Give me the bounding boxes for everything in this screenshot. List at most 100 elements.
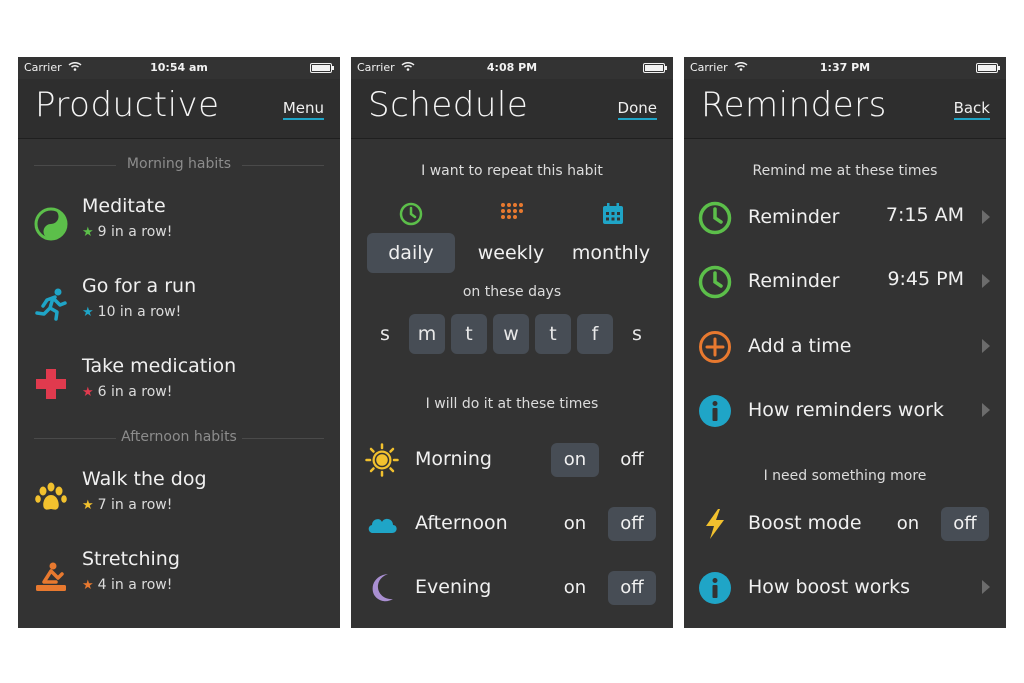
star-icon: ★ bbox=[82, 305, 94, 320]
times-label: I will do it at these times bbox=[425, 396, 599, 412]
schedule-screen: Carrier 4:08 PM Schedule Done I want to … bbox=[351, 57, 673, 628]
paw-icon bbox=[35, 482, 67, 510]
frequency-monthly[interactable]: monthly bbox=[567, 233, 655, 273]
frequency-weekly[interactable]: weekly bbox=[467, 233, 555, 273]
habit-row-stretching[interactable]: Stretching ★ 4 in a row! bbox=[18, 548, 340, 610]
status-bar: Carrier 1:37 PM bbox=[684, 57, 1006, 79]
day-tuesday[interactable]: t bbox=[451, 314, 487, 354]
boost-off-toggle[interactable]: off bbox=[941, 507, 989, 541]
boost-mode-row: Boost mode on off bbox=[684, 500, 1006, 548]
section-header-morning: Morning habits bbox=[34, 156, 324, 174]
moon-icon bbox=[372, 574, 393, 602]
battery-icon bbox=[643, 63, 667, 73]
page-title: Schedule bbox=[368, 85, 529, 125]
calendar-icon bbox=[603, 203, 623, 224]
repeat-label: I want to repeat this habit bbox=[421, 163, 603, 179]
habit-row-medication[interactable]: Take medication ★ 6 in a row! bbox=[18, 355, 340, 417]
habit-row-walk-dog[interactable]: Walk the dog ★ 7 in a row! bbox=[18, 468, 340, 530]
status-bar: Carrier 10:54 am bbox=[18, 57, 340, 79]
day-monday[interactable]: m bbox=[409, 314, 445, 354]
time-label: Morning bbox=[415, 448, 492, 470]
how-boost-row[interactable]: How boost works bbox=[684, 564, 1006, 612]
nav-bar: Reminders Back bbox=[684, 79, 1006, 139]
day-thursday[interactable]: t bbox=[535, 314, 571, 354]
add-time-row[interactable]: Add a time bbox=[684, 323, 1006, 371]
yin-yang-icon bbox=[34, 207, 68, 241]
time-label: Evening bbox=[415, 576, 492, 598]
habit-streak: ★ 9 in a row! bbox=[82, 224, 173, 240]
plus-circle-icon bbox=[699, 331, 731, 363]
habit-name: Go for a run bbox=[82, 275, 197, 297]
reminder-time: 9:45 PM bbox=[887, 268, 964, 290]
more-label: I need something more bbox=[763, 468, 927, 484]
boost-on-toggle[interactable]: on bbox=[884, 507, 932, 541]
star-icon: ★ bbox=[82, 578, 94, 593]
nav-bar: Productive Menu bbox=[18, 79, 340, 139]
battery-icon bbox=[976, 63, 1000, 73]
time-row-evening: Evening on off bbox=[351, 564, 673, 612]
clock-icon bbox=[698, 201, 732, 235]
boost-mode-label: Boost mode bbox=[748, 512, 862, 534]
clock-icon bbox=[698, 265, 732, 299]
battery-icon bbox=[310, 63, 334, 73]
morning-off-toggle[interactable]: off bbox=[608, 443, 656, 477]
time-row-morning: Morning on off bbox=[351, 436, 673, 484]
chevron-right-icon bbox=[982, 403, 990, 417]
morning-on-toggle[interactable]: on bbox=[551, 443, 599, 477]
star-icon: ★ bbox=[82, 385, 94, 400]
reminder-label: Reminder bbox=[748, 270, 840, 292]
back-button[interactable]: Back bbox=[953, 99, 991, 120]
day-saturday[interactable]: s bbox=[619, 314, 655, 354]
afternoon-off-toggle[interactable]: off bbox=[608, 507, 656, 541]
habit-streak: ★ 4 in a row! bbox=[82, 577, 173, 593]
status-bar: Carrier 4:08 PM bbox=[351, 57, 673, 79]
medical-cross-icon bbox=[36, 369, 66, 399]
status-time: 10:54 am bbox=[150, 61, 208, 74]
menu-button[interactable]: Menu bbox=[282, 99, 325, 120]
nav-bar: Schedule Done bbox=[351, 79, 673, 139]
habit-streak: ★ 7 in a row! bbox=[82, 497, 173, 513]
day-sunday[interactable]: s bbox=[367, 314, 403, 354]
runner-icon bbox=[35, 288, 67, 321]
page-title: Reminders bbox=[701, 85, 887, 125]
status-time: 1:37 PM bbox=[819, 61, 871, 74]
lightning-icon bbox=[706, 509, 724, 539]
evening-off-toggle[interactable]: off bbox=[608, 571, 656, 605]
habit-name: Stretching bbox=[82, 548, 180, 570]
reminder-row-2[interactable]: Reminder 9:45 PM bbox=[684, 258, 1006, 306]
habit-name: Walk the dog bbox=[82, 468, 207, 490]
habit-streak: ★ 6 in a row! bbox=[82, 384, 173, 400]
star-icon: ★ bbox=[82, 498, 94, 513]
evening-on-toggle[interactable]: on bbox=[551, 571, 599, 605]
reminder-row-1[interactable]: Reminder 7:15 AM bbox=[684, 194, 1006, 242]
dots-grid-icon bbox=[501, 203, 523, 219]
day-wednesday[interactable]: w bbox=[493, 314, 529, 354]
reminder-time: 7:15 AM bbox=[885, 204, 964, 226]
info-icon bbox=[699, 395, 731, 427]
habit-row-run[interactable]: Go for a run ★ 10 in a row! bbox=[18, 275, 340, 337]
cloud-icon bbox=[368, 518, 397, 533]
stretching-icon bbox=[36, 562, 66, 591]
chevron-right-icon bbox=[982, 580, 990, 594]
sun-icon bbox=[365, 443, 399, 477]
how-boost-label: How boost works bbox=[748, 576, 911, 598]
done-button[interactable]: Done bbox=[617, 99, 658, 120]
day-friday[interactable]: f bbox=[577, 314, 613, 354]
page-title: Productive bbox=[35, 85, 220, 125]
chevron-right-icon bbox=[982, 339, 990, 353]
afternoon-on-toggle[interactable]: on bbox=[551, 507, 599, 541]
add-time-label: Add a time bbox=[748, 335, 852, 357]
remind-label: Remind me at these times bbox=[752, 163, 938, 179]
habit-streak: ★ 10 in a row! bbox=[82, 304, 182, 320]
habit-row-meditate[interactable]: Meditate ★ 9 in a row! bbox=[18, 195, 340, 257]
productive-screen: Carrier 10:54 am Productive Menu Morning… bbox=[18, 57, 340, 628]
time-row-afternoon: Afternoon on off bbox=[351, 500, 673, 548]
habit-name: Meditate bbox=[82, 195, 166, 217]
info-icon bbox=[699, 572, 731, 604]
frequency-daily[interactable]: daily bbox=[367, 233, 455, 273]
status-time: 4:08 PM bbox=[486, 61, 538, 74]
days-label: on these days bbox=[462, 284, 562, 300]
section-header-afternoon: Afternoon habits bbox=[34, 429, 324, 447]
how-reminders-row[interactable]: How reminders work bbox=[684, 387, 1006, 435]
habit-name: Take medication bbox=[82, 355, 237, 377]
